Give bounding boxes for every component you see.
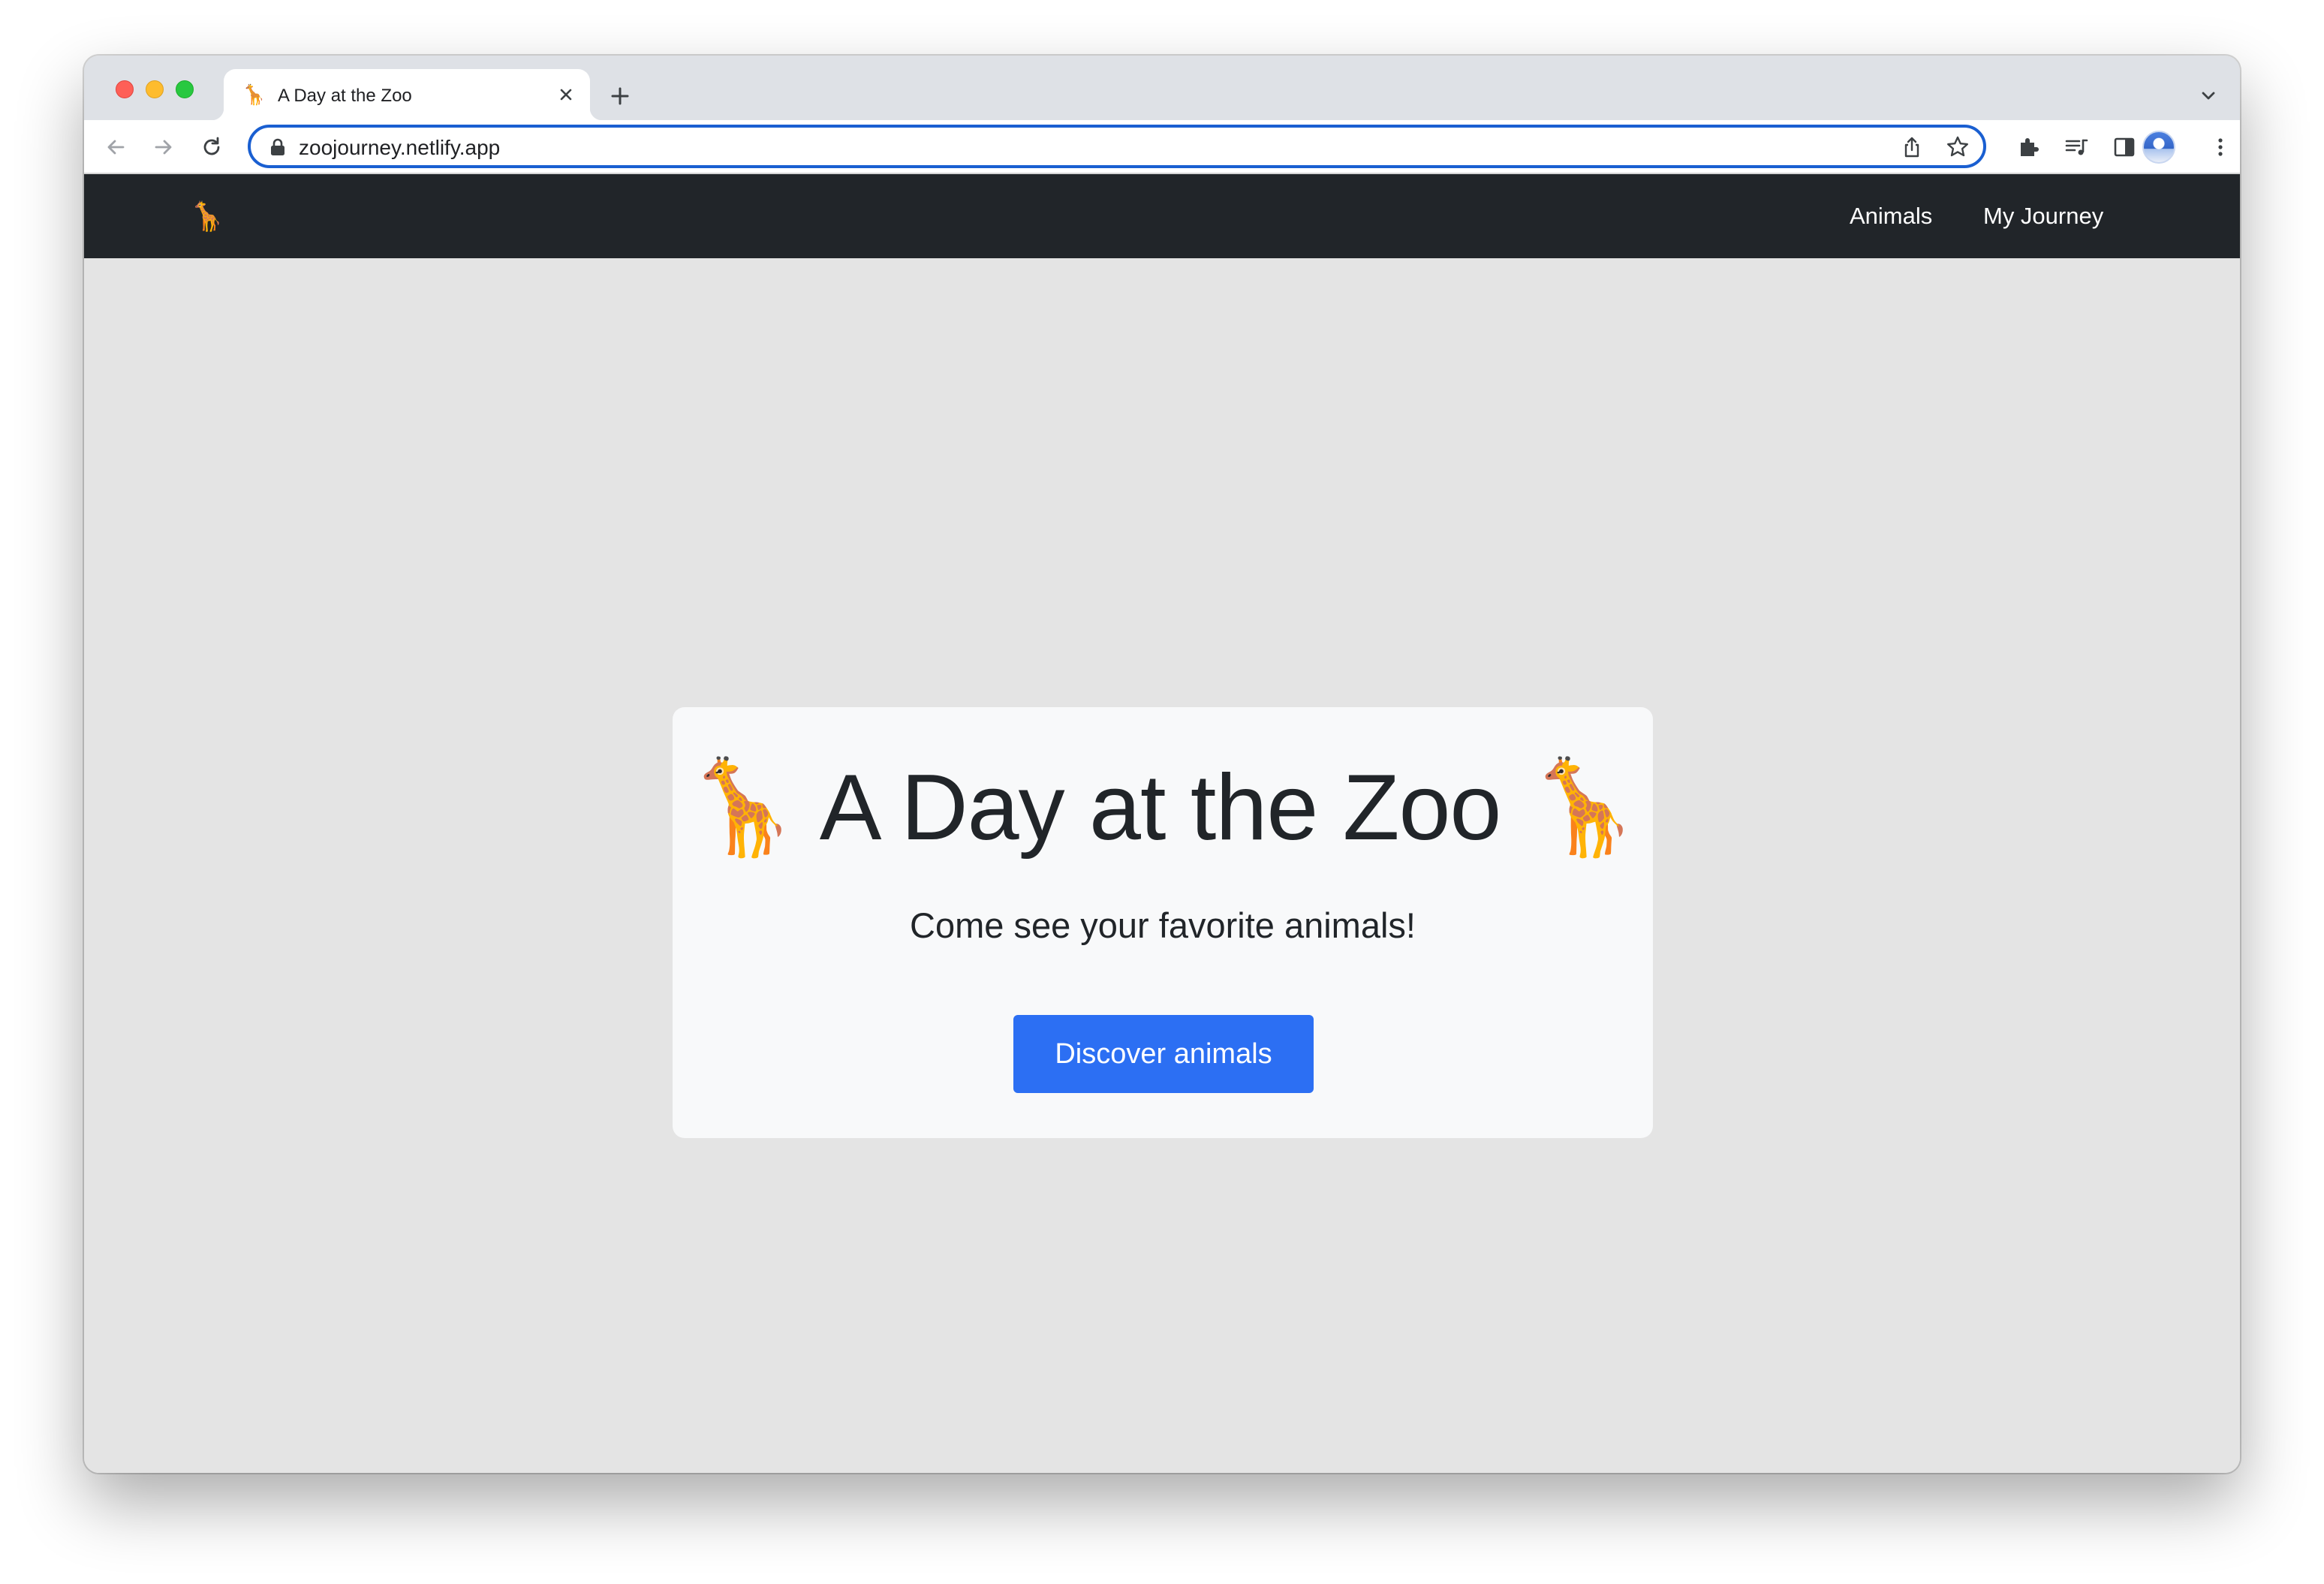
chevron-down-icon[interactable]: [2196, 84, 2220, 108]
discover-animals-button[interactable]: Discover animals: [1013, 1015, 1314, 1093]
nav-link-my-journey[interactable]: My Journey: [1983, 201, 2103, 231]
zoom-window-button[interactable]: [176, 80, 194, 98]
star-icon[interactable]: [1944, 134, 1971, 161]
browser-window: 🦒 A Day at the Zoo zoojourney.netlify.ap…: [84, 56, 2240, 1473]
url-text[interactable]: zoojourney.netlify.app: [299, 135, 500, 161]
plus-icon[interactable]: [605, 81, 635, 111]
nav-link-animals[interactable]: Animals: [1850, 201, 1932, 231]
reload-icon[interactable]: [198, 134, 225, 161]
hero-subtitle: Come see your favorite animals!: [910, 905, 1416, 945]
profile-avatar[interactable]: [2142, 131, 2175, 164]
close-icon[interactable]: [554, 83, 578, 107]
puzzle-icon[interactable]: [2015, 134, 2042, 161]
page-viewport: 🦒 Animals My Journey 🦒 A Day at the Zoo …: [84, 174, 2240, 1473]
side-panel-icon[interactable]: [2111, 134, 2138, 161]
brand-logo[interactable]: 🦒: [189, 200, 224, 234]
address-bar[interactable]: zoojourney.netlify.app: [248, 125, 1986, 168]
kebab-menu-icon[interactable]: [2207, 134, 2234, 161]
tab-strip: 🦒 A Day at the Zoo: [84, 56, 2240, 120]
hero-title: 🦒 A Day at the Zoo 🦒: [684, 756, 1642, 860]
site-navbar: 🦒 Animals My Journey: [84, 174, 2240, 258]
browser-tab[interactable]: 🦒 A Day at the Zoo: [212, 69, 602, 120]
arrow-right-icon[interactable]: [150, 134, 177, 161]
hero-card: 🦒 A Day at the Zoo 🦒 Come see your favor…: [673, 707, 1653, 1138]
share-icon[interactable]: [1899, 134, 1925, 160]
media-queue-icon[interactable]: [2063, 134, 2090, 161]
close-window-button[interactable]: [116, 80, 134, 98]
tab-favicon: 🦒: [242, 83, 266, 106]
minimize-window-button[interactable]: [146, 80, 164, 98]
arrow-left-icon[interactable]: [102, 134, 129, 161]
browser-toolbar: zoojourney.netlify.app: [84, 120, 2240, 174]
tab-title: A Day at the Zoo: [278, 86, 412, 106]
lock-icon[interactable]: [269, 137, 287, 157]
